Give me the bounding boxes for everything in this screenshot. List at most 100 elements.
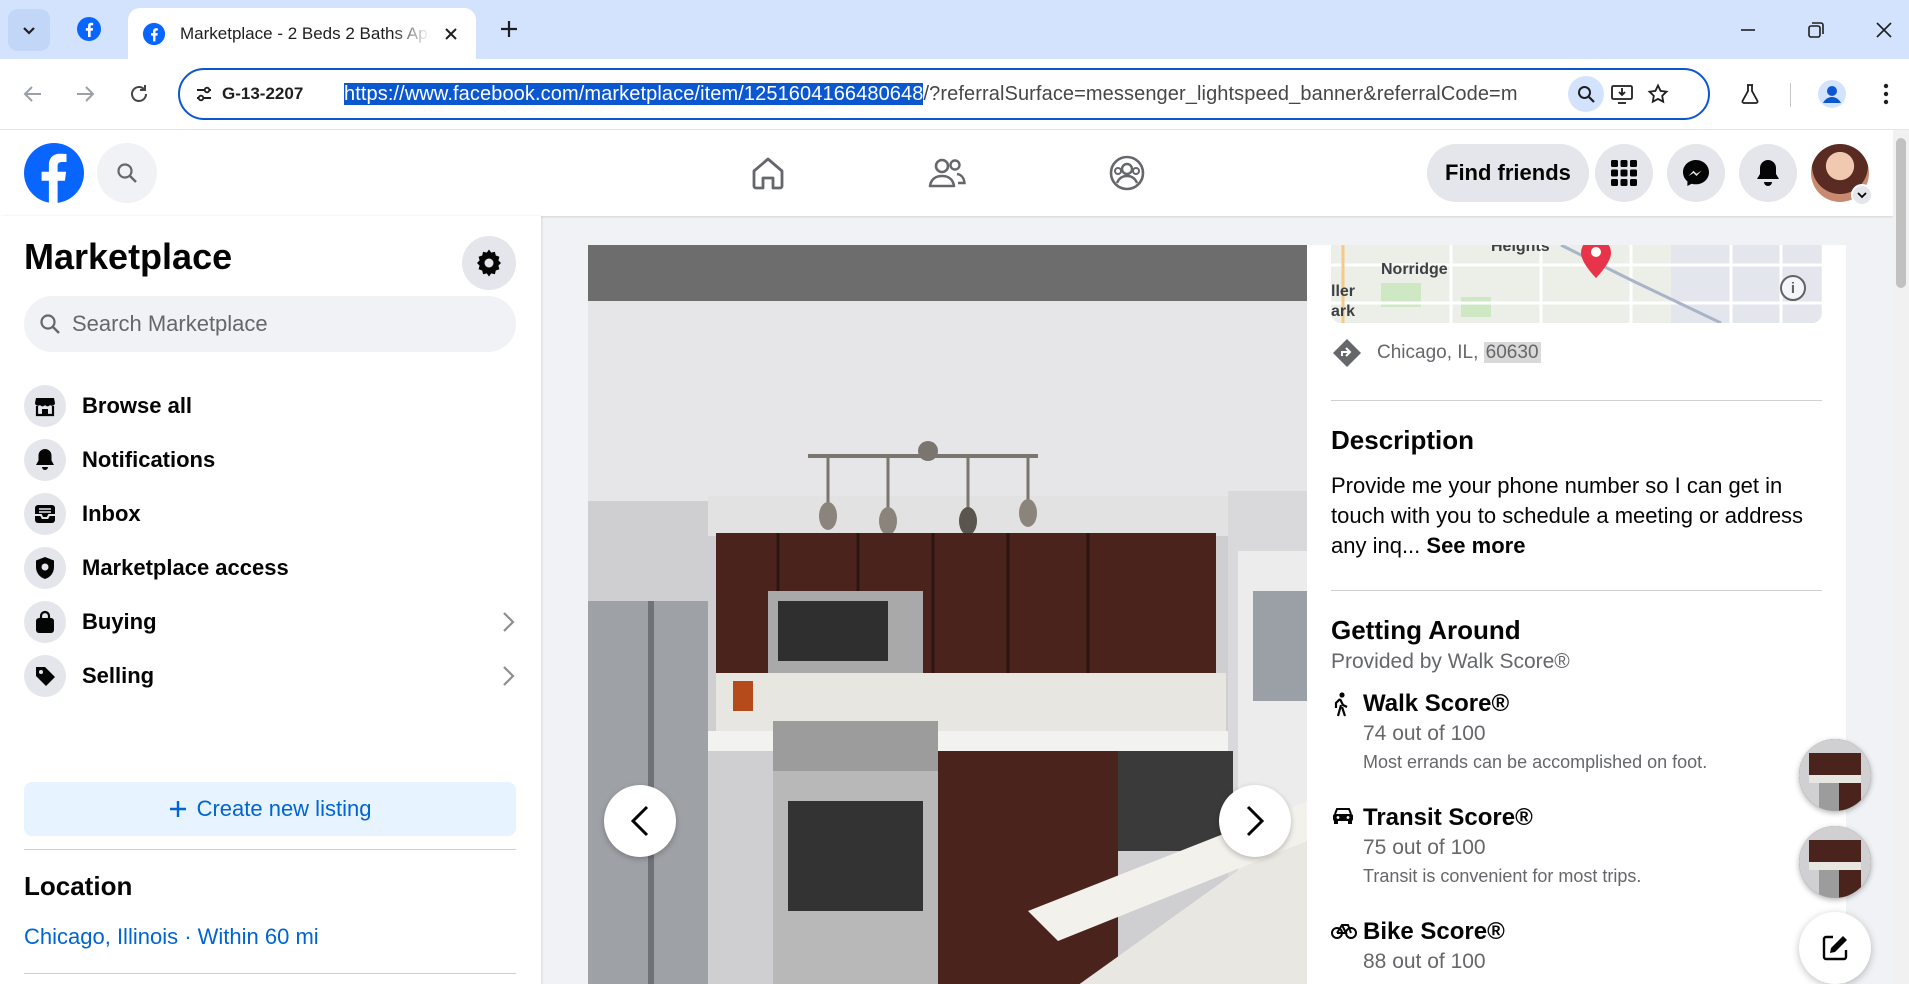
notifications-button[interactable] xyxy=(1739,144,1797,202)
sidebar-item-buying[interactable]: Buying xyxy=(16,592,525,652)
marketplace-title: Marketplace xyxy=(24,236,233,277)
previous-photo-button[interactable] xyxy=(604,785,676,857)
scrollbar-thumb[interactable] xyxy=(1896,138,1906,288)
sidebar-item-label: Marketplace access xyxy=(82,555,289,580)
bicycle-icon xyxy=(1331,918,1363,974)
close-icon xyxy=(445,27,457,40)
nav-friends[interactable] xyxy=(922,148,972,198)
browser-toolbar: G-13-2207 https://www.facebook.com/marke… xyxy=(0,59,1909,130)
inbox-icon xyxy=(24,493,66,535)
search-tabs-button[interactable] xyxy=(1568,76,1604,112)
next-photo-button[interactable] xyxy=(1219,785,1291,857)
facebook-favicon-icon xyxy=(142,22,166,45)
listing-details-panel: Norridge Heights ller ark i Chicago, IL,… xyxy=(1307,245,1846,984)
listing-map[interactable]: Norridge Heights ller ark i xyxy=(1331,245,1822,323)
bike-score-row: Bike Score® 88 out of 100 xyxy=(1331,918,1505,974)
create-new-listing-button[interactable]: Create new listing xyxy=(24,782,516,836)
score-name: Transit Score® xyxy=(1363,804,1533,831)
sidebar-item-notifications[interactable]: Notifications xyxy=(16,430,525,490)
sidebar-item-label: Selling xyxy=(82,663,155,688)
facebook-logo-icon[interactable] xyxy=(24,143,84,203)
find-friends-button[interactable]: Find friends xyxy=(1427,144,1589,202)
site-info-chip[interactable]: G-13-2207 xyxy=(194,84,344,104)
install-app-button[interactable] xyxy=(1604,76,1640,112)
shield-icon xyxy=(24,547,66,589)
bell-icon xyxy=(24,439,66,481)
page-scrollbar[interactable] xyxy=(1893,130,1909,984)
restore-button[interactable] xyxy=(1796,10,1836,50)
messenger-button[interactable] xyxy=(1667,144,1725,202)
marketplace-settings-button[interactable] xyxy=(462,236,516,290)
close-icon xyxy=(1876,22,1892,38)
score-name: Walk Score® xyxy=(1363,690,1510,717)
panel-divider xyxy=(1331,400,1822,401)
friends-icon xyxy=(928,158,966,188)
map-label: ark xyxy=(1331,303,1356,320)
tab-search-button[interactable] xyxy=(8,9,50,51)
tab-title: Marketplace - 2 Beds 2 Baths Apartment xyxy=(180,23,430,43)
score-value: 88 out of 100 xyxy=(1363,950,1486,973)
account-avatar[interactable] xyxy=(1811,144,1873,206)
compose-icon xyxy=(1822,935,1848,961)
search-icon xyxy=(1578,86,1595,103)
create-new-listing-label: Create new listing xyxy=(196,796,372,821)
panel-divider xyxy=(1331,590,1822,591)
description-heading: Description xyxy=(1331,425,1475,455)
new-message-button[interactable] xyxy=(1799,912,1871,984)
messenger-icon xyxy=(1683,160,1709,186)
sidebar-divider xyxy=(24,849,516,850)
address-bar[interactable]: G-13-2207 https://www.facebook.com/marke… xyxy=(178,68,1710,120)
close-window-button[interactable] xyxy=(1864,10,1904,50)
nav-home[interactable] xyxy=(743,148,793,198)
star-icon xyxy=(1647,83,1669,104)
chat-head-listing-2[interactable] xyxy=(1799,826,1871,898)
tab-facebook-inactive[interactable] xyxy=(74,14,104,44)
shopping-bag-icon xyxy=(24,601,66,643)
location-zip: 60630 xyxy=(1483,342,1541,363)
forward-button[interactable] xyxy=(66,75,104,113)
bookmark-button[interactable] xyxy=(1640,76,1676,112)
more-vertical-icon xyxy=(1883,83,1889,105)
walk-score-row: Walk Score® 74 out of 100 Most errands c… xyxy=(1331,690,1707,773)
toolbar-separator xyxy=(1790,83,1791,107)
sidebar-item-inbox[interactable]: Inbox xyxy=(16,484,525,544)
location-filter-link[interactable]: Chicago, Illinois · Within 60 mi xyxy=(24,924,319,950)
facebook-search-button[interactable] xyxy=(97,143,157,203)
map-info-icon[interactable]: i xyxy=(1780,275,1806,301)
url-selected-part: https://www.facebook.com/marketplace/ite… xyxy=(344,82,924,105)
minimize-button[interactable] xyxy=(1728,10,1768,50)
back-button[interactable] xyxy=(14,75,52,113)
url-text[interactable]: https://www.facebook.com/marketplace/ite… xyxy=(344,82,1562,106)
browser-menu-button[interactable] xyxy=(1868,76,1904,112)
reload-button[interactable] xyxy=(120,75,158,113)
sidebar-item-marketplace-access[interactable]: Marketplace access xyxy=(16,538,525,598)
marketplace-search-input[interactable] xyxy=(72,311,492,337)
sidebar-item-selling[interactable]: Selling xyxy=(16,646,525,706)
chevron-down-icon xyxy=(23,27,35,35)
walk-score-provider: Provided by Walk Score® xyxy=(1331,650,1570,673)
url-rest-part: /?referralSurface=messenger_lightspeed_b… xyxy=(923,82,1518,105)
nav-groups[interactable] xyxy=(1102,148,1152,198)
listing-photo-viewer[interactable] xyxy=(588,245,1307,984)
score-description: Transit is convenient for most trips. xyxy=(1363,866,1642,886)
price-tag-icon xyxy=(24,655,66,697)
chevron-right-icon xyxy=(1246,805,1265,837)
grid-menu-icon xyxy=(1611,160,1637,186)
new-tab-button[interactable] xyxy=(494,14,524,44)
sidebar-divider xyxy=(24,973,516,974)
tab-close-button[interactable] xyxy=(440,23,462,45)
tab-marketplace-active[interactable]: Marketplace - 2 Beds 2 Baths Apartment xyxy=(128,8,476,59)
car-icon xyxy=(1331,804,1363,887)
listing-location: Chicago, IL, 60630 xyxy=(1331,337,1541,369)
menu-button[interactable] xyxy=(1595,144,1653,202)
sidebar-item-browse-all[interactable]: Browse all xyxy=(16,376,525,436)
see-more-link[interactable]: See more xyxy=(1426,533,1525,558)
labs-button[interactable] xyxy=(1732,76,1768,112)
chat-head-listing-1[interactable] xyxy=(1799,739,1871,811)
map-label: Norridge xyxy=(1381,261,1448,278)
reload-icon xyxy=(131,85,147,102)
facebook-favicon-icon xyxy=(77,17,101,41)
transit-score-row: Transit Score® 75 out of 100 Transit is … xyxy=(1331,804,1641,887)
profile-button[interactable] xyxy=(1814,76,1850,112)
marketplace-search[interactable] xyxy=(24,296,516,352)
